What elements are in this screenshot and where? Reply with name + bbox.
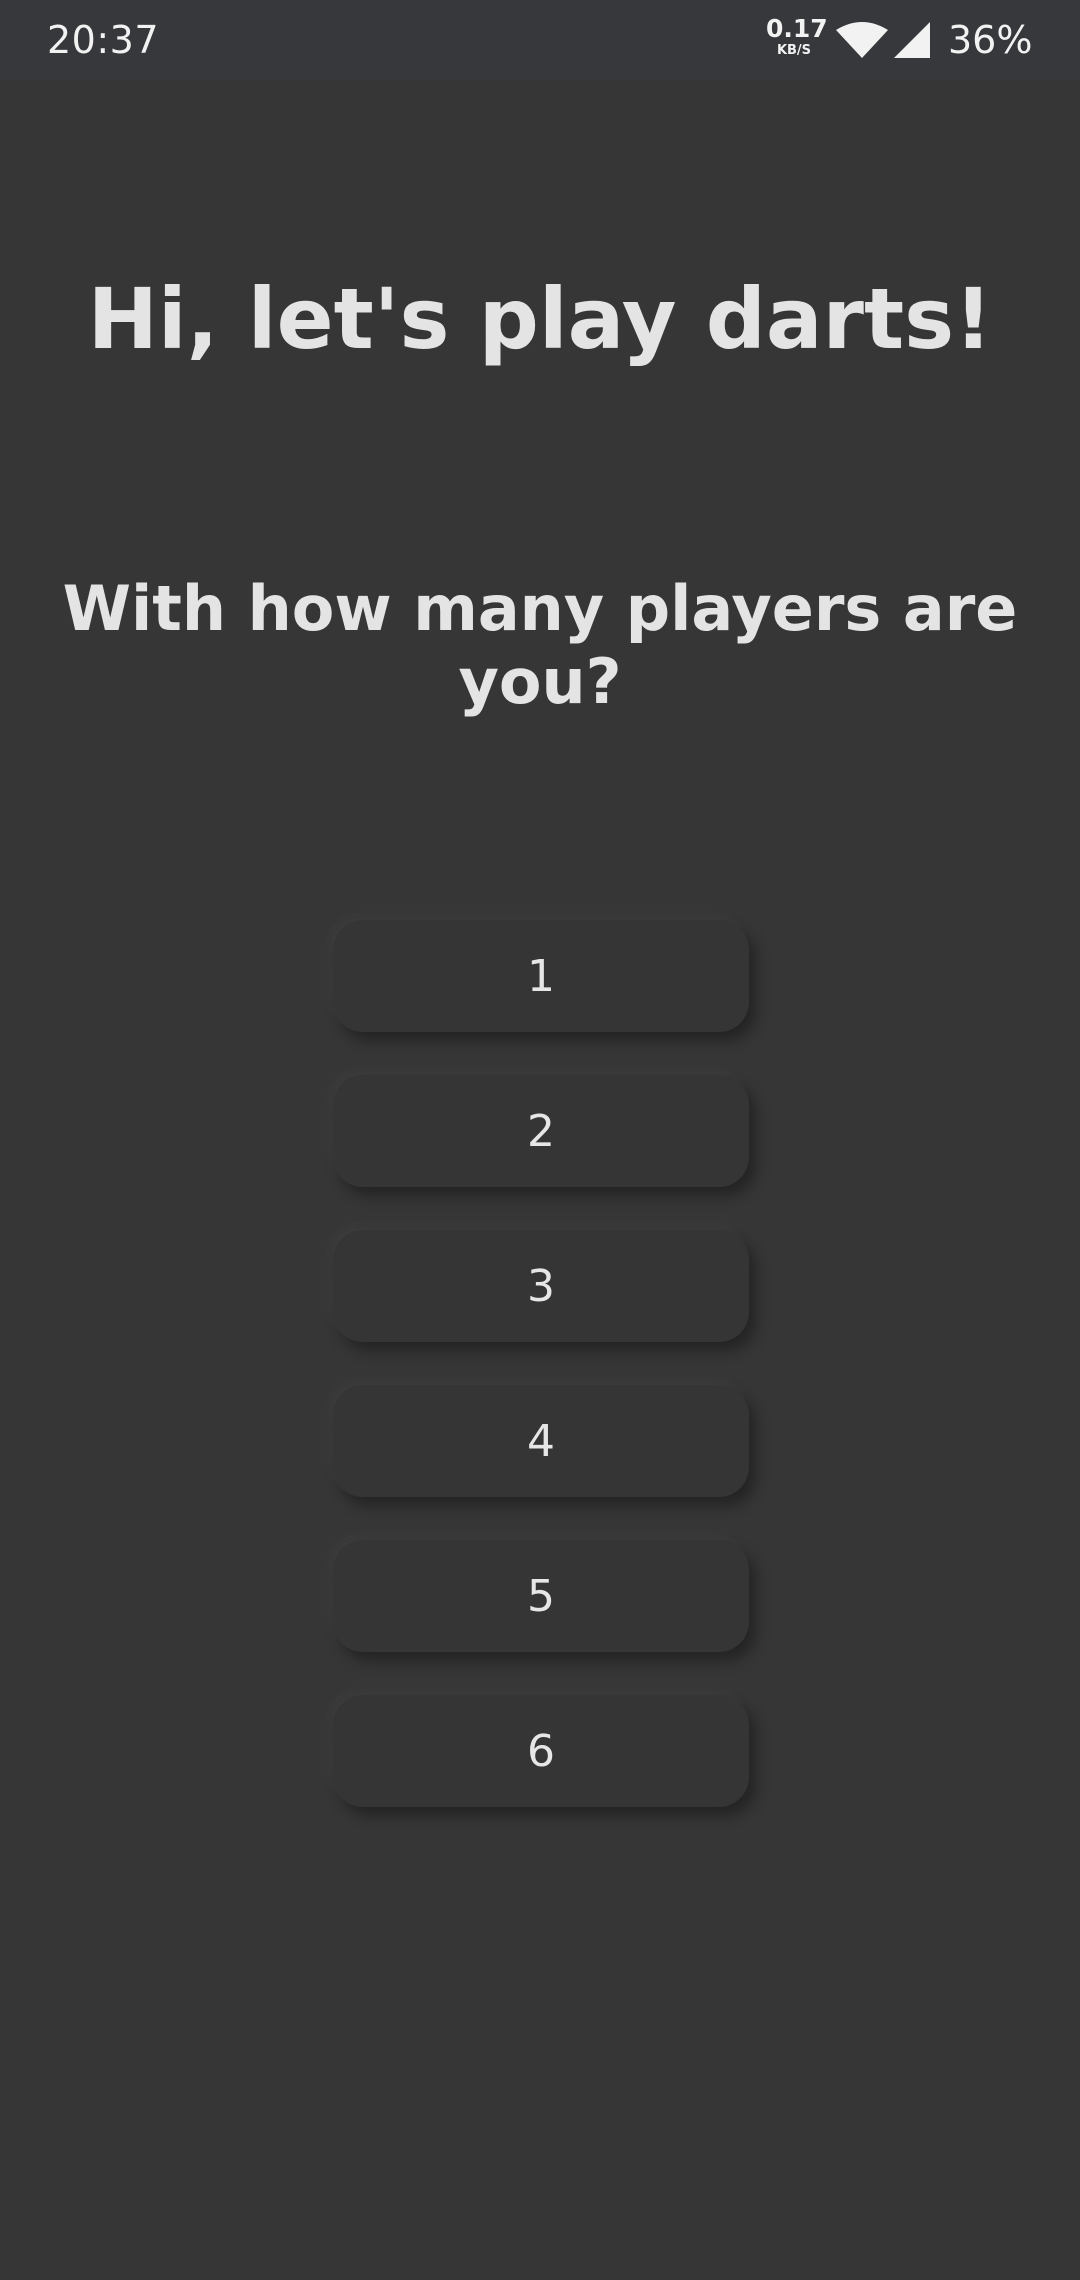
player-count-button-1[interactable]: 1 [333, 920, 749, 1032]
player-count-button-5[interactable]: 5 [333, 1540, 749, 1652]
status-bar: 20:37 0.17 KB/S 36% [0, 0, 1080, 80]
battery-percentage: 36% [948, 18, 1033, 62]
player-count-button-2[interactable]: 2 [333, 1075, 749, 1187]
player-count-button-6[interactable]: 6 [333, 1695, 749, 1807]
wifi-icon [836, 22, 888, 62]
status-time: 20:37 [47, 18, 160, 62]
cell-signal-icon [894, 22, 930, 62]
network-speed-unit: KB/S [776, 43, 812, 58]
page-title: Hi, let's play darts! [87, 270, 993, 368]
player-count-button-4[interactable]: 4 [333, 1385, 749, 1497]
player-count-options: 1 2 3 4 5 6 [333, 920, 749, 1850]
player-count-button-3[interactable]: 3 [333, 1230, 749, 1342]
network-speed-value: 0.17 [766, 14, 828, 43]
player-count-question: With how many players are you? [62, 572, 1018, 718]
network-speed-indicator: 0.17 KB/S [766, 14, 828, 58]
